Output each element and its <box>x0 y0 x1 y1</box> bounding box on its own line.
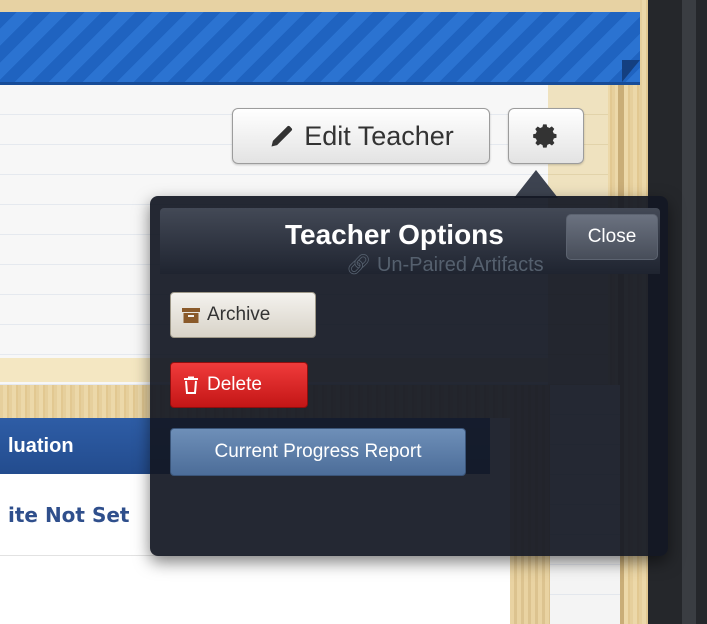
archive-button[interactable]: Archive <box>170 292 316 338</box>
close-button[interactable]: Close <box>566 214 658 260</box>
delete-button[interactable]: Delete <box>170 362 308 408</box>
right-rail-inner <box>682 0 696 624</box>
ribbon-cap <box>0 0 640 12</box>
header-ribbon <box>0 12 640 85</box>
edit-teacher-label: Edit Teacher <box>304 120 454 151</box>
settings-button[interactable] <box>508 108 584 164</box>
delete-label: Delete <box>207 374 262 395</box>
archive-icon <box>182 308 200 323</box>
edit-teacher-button[interactable]: Edit Teacher <box>232 108 490 164</box>
trash-icon <box>184 376 198 394</box>
link-icon: 🔗︎ <box>346 254 372 276</box>
unpaired-artifacts-label: Un-Paired Artifacts <box>376 254 544 276</box>
unpaired-artifacts-link: 🔗︎ Un-Paired Artifacts <box>346 252 544 277</box>
ribbon-tail <box>622 60 640 82</box>
gear-icon <box>533 124 557 148</box>
pencil-icon <box>271 125 293 147</box>
popover-arrow <box>514 170 558 198</box>
archive-label: Archive <box>207 304 271 325</box>
popover-title: Teacher Options <box>285 219 504 250</box>
current-progress-report-button[interactable]: Current Progress Report <box>170 428 466 476</box>
